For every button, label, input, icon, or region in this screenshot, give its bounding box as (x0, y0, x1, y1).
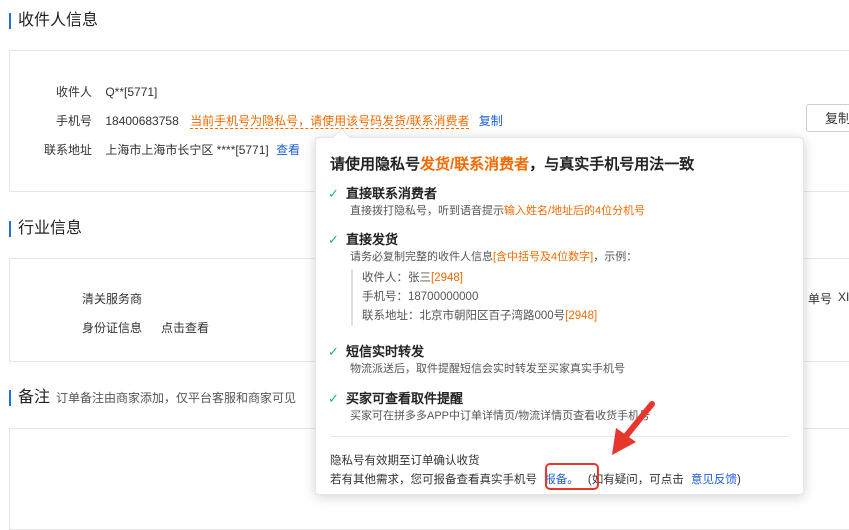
annotation-arrow-icon (612, 401, 655, 455)
